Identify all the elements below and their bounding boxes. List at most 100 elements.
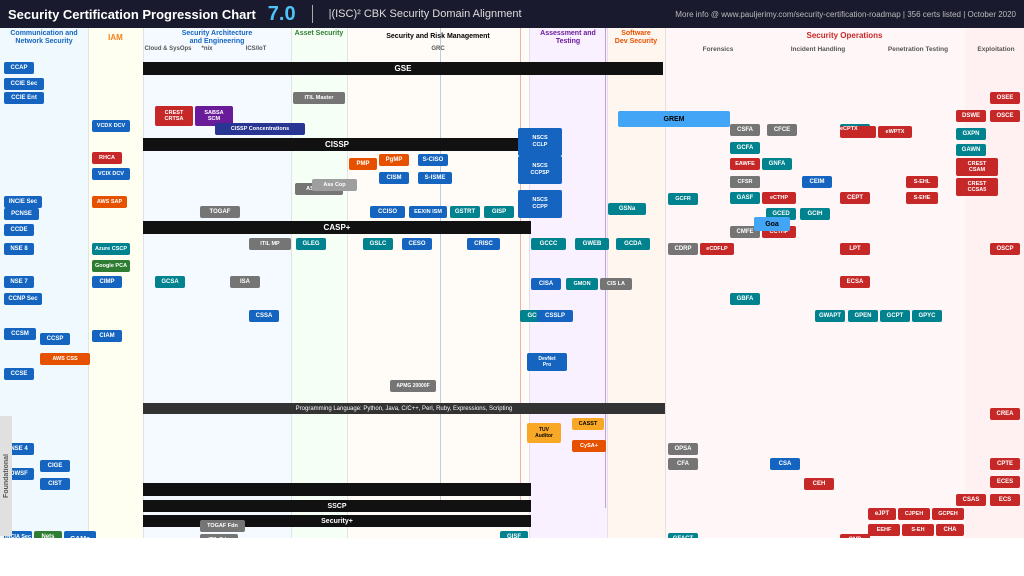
cert-cissp-conc[interactable]: CISSP Concentrations	[215, 123, 305, 135]
cert-eehf[interactable]: EEHF	[868, 524, 900, 536]
cert-gcpt[interactable]: GCPT	[880, 310, 910, 322]
cert-ccap[interactable]: CCAP	[4, 62, 34, 74]
cert-gawn[interactable]: GAWN	[956, 144, 986, 156]
cert-pcnse[interactable]: PCNSE	[4, 208, 39, 220]
cert-ccse[interactable]: CCSE	[4, 368, 34, 380]
cert-crest-csam[interactable]: CRESTCSAM	[956, 158, 998, 176]
cert-ccde[interactable]: CCDE	[4, 224, 34, 236]
cert-devnet-pro[interactable]: DevNetPro	[527, 353, 567, 371]
cert-goa[interactable]: Goa	[754, 217, 790, 231]
cert-togaf-fdn[interactable]: TOGAF Fdn	[200, 520, 245, 532]
cert-casst[interactable]: CASST	[572, 418, 604, 430]
cert-dswe[interactable]: DSWE	[956, 110, 986, 122]
cert-gleg[interactable]: GLEG	[296, 238, 326, 250]
cert-azure-cscp[interactable]: Azure CSCP	[92, 243, 130, 255]
cert-osce[interactable]: OSCE	[990, 110, 1020, 122]
cert-incie-sec[interactable]: INCIE Sec	[4, 196, 42, 208]
cert-gbfa[interactable]: GBFA	[730, 293, 760, 305]
cert-csas[interactable]: CSAS	[956, 494, 986, 506]
cert-cept[interactable]: CEPT	[840, 192, 870, 204]
cert-ccie-sec[interactable]: CCIE Sec	[4, 78, 44, 90]
cert-nscs-cclp[interactable]: NSCSCCLP	[518, 128, 562, 156]
cert-osee[interactable]: OSEE	[990, 92, 1020, 104]
cert-gcmon[interactable]: GMON	[566, 278, 598, 290]
cert-ccie-ent[interactable]: CCIE Ent	[4, 92, 44, 104]
cert-sisme[interactable]: S-ISME	[418, 172, 452, 184]
cert-ceh[interactable]: CEH	[804, 478, 834, 490]
cert-gcda[interactable]: GCDA	[616, 238, 650, 250]
cert-csa[interactable]: CSA	[770, 458, 800, 470]
cert-cfa[interactable]: CFA	[668, 458, 698, 470]
cert-cnd[interactable]: CND	[840, 534, 870, 538]
cert-nscs-cpp2[interactable]: NSCSCCPP	[518, 190, 562, 218]
cert-cciso[interactable]: CCISO	[370, 206, 405, 218]
cert-togaf[interactable]: TOGAF	[200, 206, 240, 218]
cert-crest-cbrtsa[interactable]: CRESTCRTSA	[155, 106, 193, 126]
cert-crest-ccsa5[interactable]: CRESTCCSA5	[956, 178, 998, 196]
cert-cis-la[interactable]: CIS LA	[600, 278, 632, 290]
cert-gccc[interactable]: GCCC	[531, 238, 566, 250]
cert-gcfa[interactable]: GCFA	[730, 142, 760, 154]
cert-gcsa[interactable]: GCSA	[155, 276, 185, 288]
cert-apmg-20000f[interactable]: APMG 20000F	[390, 380, 436, 392]
cert-grem[interactable]: GREM	[618, 111, 730, 127]
cert-ceim[interactable]: CEIM	[802, 176, 832, 188]
cert-gcpeh[interactable]: GCPEH	[932, 508, 964, 520]
cert-ecsa[interactable]: ECSA	[840, 276, 870, 288]
cert-gslc[interactable]: GSLC	[363, 238, 393, 250]
cert-gcih[interactable]: GCIH	[800, 208, 830, 220]
cert-cha[interactable]: CHA	[936, 524, 964, 536]
cert-gxpn[interactable]: GXPN	[956, 128, 986, 140]
cert-cfce[interactable]: CFCE	[767, 124, 797, 136]
cert-cssa[interactable]: CSSA	[249, 310, 279, 322]
cert-nse7[interactable]: NSE 7	[4, 276, 34, 288]
cert-csslp[interactable]: CSSLP	[537, 310, 573, 322]
cert-pgmp[interactable]: PgMP	[379, 154, 409, 166]
cert-itil-master[interactable]: ITIL Master	[293, 92, 345, 104]
cert-eces[interactable]: ECES	[990, 476, 1020, 488]
cert-vcdx-dcv[interactable]: VCDX DCV	[92, 120, 130, 132]
cert-ecs[interactable]: ECS	[990, 494, 1020, 506]
cert-gisf[interactable]: GISF	[500, 531, 528, 538]
cert-oscp[interactable]: OSCP	[990, 243, 1020, 255]
cert-itil-mp[interactable]: ITIL MP	[249, 238, 291, 250]
cert-gisp[interactable]: GISP	[484, 206, 514, 218]
cert-gcfr[interactable]: GCFR	[668, 193, 698, 205]
cert-cist[interactable]: CIST	[40, 478, 70, 490]
cert-vcix-dcv[interactable]: VCIX DCV	[92, 168, 130, 180]
cert-gfact[interactable]: GFACT	[668, 533, 698, 538]
cert-tuv-auditor[interactable]: TUVAuditor	[527, 423, 561, 443]
cert-ejpt[interactable]: eJPT	[868, 508, 896, 520]
cert-sheh[interactable]: S-EH	[902, 524, 934, 536]
cert-sciso[interactable]: S-CISO	[418, 154, 448, 166]
cert-ecthp[interactable]: eCTHP	[762, 192, 796, 204]
cert-ceso[interactable]: CESO	[402, 238, 432, 250]
cert-cdrp[interactable]: CDRP	[668, 243, 698, 255]
cert-cfsr[interactable]: CFSR	[730, 176, 760, 188]
cert-aws-saip[interactable]: AWS SAP	[92, 196, 127, 208]
cert-cism[interactable]: CISM	[379, 172, 409, 184]
cert-cimp[interactable]: CIMP	[92, 276, 122, 288]
cert-crea[interactable]: CREA	[990, 408, 1020, 420]
cert-csfa[interactable]: CSFA	[730, 124, 760, 136]
cert-ciam[interactable]: CIAM	[92, 330, 122, 342]
cert-ccsm[interactable]: CCSM	[4, 328, 36, 340]
cert-cjpeh[interactable]: CJPEH	[898, 508, 930, 520]
cert-gnfa[interactable]: GNFA	[762, 158, 792, 170]
cert-ecdflp[interactable]: eCDFLP	[700, 243, 734, 255]
cert-gweb[interactable]: GWEB	[575, 238, 609, 250]
cert-pmp[interactable]: PMP	[349, 158, 377, 170]
cert-gstrt[interactable]: GSTRT	[450, 206, 480, 218]
cert-sehe[interactable]: S-EHE	[906, 192, 938, 204]
cert-eawfe[interactable]: EAWFE	[730, 158, 760, 170]
cert-nscs-cpp[interactable]: NSCSCCPSP	[518, 156, 562, 184]
cert-nse8[interactable]: NSE 8	[4, 243, 34, 255]
cert-cisa[interactable]: CISA	[531, 278, 561, 290]
cert-ass-cop[interactable]: Ass Cop	[312, 179, 357, 191]
cert-ewptx[interactable]: eWPTX	[878, 126, 912, 138]
cert-cams[interactable]: CAMs	[64, 531, 96, 538]
cert-gasf[interactable]: GASF	[730, 192, 760, 204]
cert-cysa[interactable]: CySA+	[572, 440, 606, 452]
cert-gpen[interactable]: GPEN	[848, 310, 878, 322]
cert-opsa[interactable]: OPSA	[668, 443, 698, 455]
